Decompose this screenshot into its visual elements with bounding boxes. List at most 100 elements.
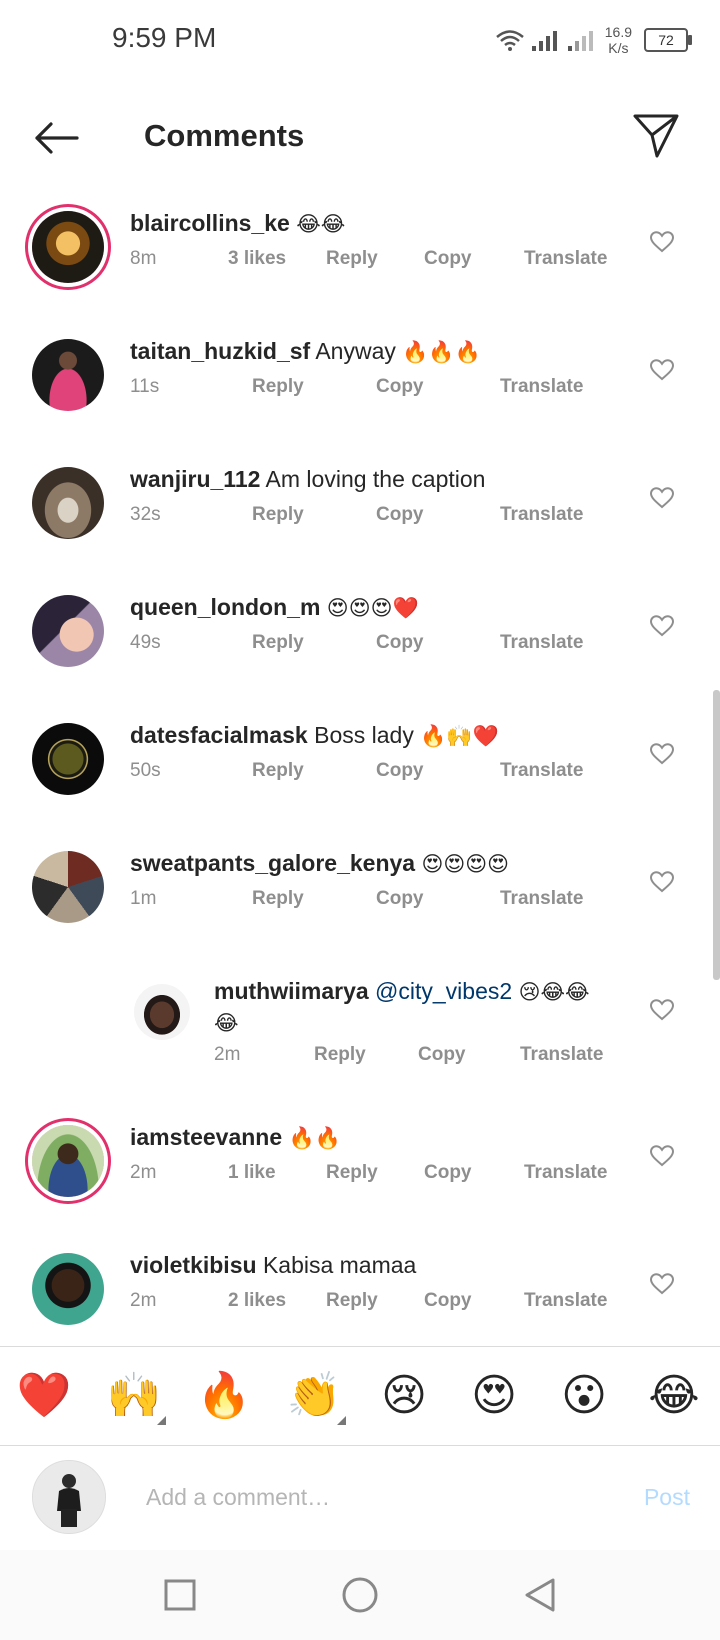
- like-button[interactable]: [646, 994, 678, 1026]
- translate-button[interactable]: Translate: [500, 760, 583, 782]
- like-button[interactable]: [646, 1268, 678, 1300]
- reply-button[interactable]: Reply: [314, 1044, 366, 1066]
- heart-outline-icon: [650, 1145, 674, 1167]
- like-button[interactable]: [646, 1140, 678, 1172]
- copy-button[interactable]: Copy: [376, 632, 424, 654]
- like-button[interactable]: [646, 866, 678, 898]
- comment-time: 2m: [214, 1044, 241, 1065]
- copy-button[interactable]: Copy: [424, 248, 472, 270]
- like-button[interactable]: [646, 482, 678, 514]
- recents-button[interactable]: [150, 1570, 210, 1620]
- copy-button[interactable]: Copy: [424, 1290, 472, 1312]
- clapping-hands-emoji-button[interactable]: 👏: [284, 1367, 346, 1425]
- status-time: 9:59 PM: [112, 22, 217, 53]
- comment-body: Am loving the caption: [265, 466, 486, 492]
- mention-link[interactable]: @city_vibes2: [375, 978, 512, 1004]
- likes-count[interactable]: 1 like: [228, 1162, 276, 1184]
- status-icons: 16.9 K/s 72: [495, 20, 692, 60]
- comment-input[interactable]: [144, 1476, 568, 1518]
- raising-hands-emoji-button[interactable]: 🙌: [104, 1367, 166, 1425]
- avatar[interactable]: [32, 1125, 104, 1197]
- heart-outline-icon: [650, 231, 674, 253]
- home-button[interactable]: [330, 1570, 390, 1620]
- reply-button[interactable]: Reply: [252, 376, 304, 398]
- copy-button[interactable]: Copy: [376, 376, 424, 398]
- comment-time: 2m: [130, 1162, 157, 1183]
- paper-plane-icon: [633, 114, 679, 158]
- avatar[interactable]: [32, 595, 104, 667]
- share-button[interactable]: [628, 108, 684, 164]
- translate-button[interactable]: Translate: [524, 248, 607, 270]
- comment-text: violetkibisu Kabisa mamaa: [130, 1250, 620, 1281]
- likes-count[interactable]: 3 likes: [228, 248, 286, 270]
- comment-time: 11s: [130, 376, 160, 397]
- red-heart-emoji-button[interactable]: ❤️: [14, 1367, 74, 1425]
- surprised-face-emoji-button[interactable]: 😮: [554, 1367, 614, 1425]
- like-button[interactable]: [646, 226, 678, 258]
- avatar[interactable]: [32, 211, 104, 283]
- fire-emoji-button[interactable]: 🔥: [194, 1367, 254, 1425]
- post-button[interactable]: Post: [644, 1484, 690, 1511]
- reply-button[interactable]: Reply: [252, 632, 304, 654]
- translate-button[interactable]: Translate: [524, 1290, 607, 1312]
- translate-button[interactable]: Translate: [524, 1162, 607, 1184]
- copy-button[interactable]: Copy: [376, 504, 424, 526]
- battery-icon: 72: [644, 28, 692, 52]
- status-bar: 9:59 PM 16.9 K/s 72: [0, 0, 720, 82]
- heart-outline-icon: [650, 359, 674, 381]
- like-button[interactable]: [646, 354, 678, 386]
- username[interactable]: wanjiru_112: [130, 466, 260, 492]
- copy-button[interactable]: Copy: [424, 1162, 472, 1184]
- comment-time: 50s: [130, 760, 161, 781]
- heart-eyes-emoji-button[interactable]: 😍: [464, 1367, 524, 1425]
- comment-body: Kabisa mamaa: [262, 1252, 417, 1278]
- username[interactable]: queen_london_m: [130, 594, 320, 620]
- username[interactable]: muthwiimarya: [214, 978, 369, 1004]
- avatar[interactable]: [32, 723, 104, 795]
- copy-button[interactable]: Copy: [376, 888, 424, 910]
- avatar[interactable]: [32, 467, 104, 539]
- username[interactable]: violetkibisu: [130, 1252, 257, 1278]
- avatar[interactable]: [134, 984, 190, 1040]
- crying-face-emoji-button[interactable]: 😢: [374, 1367, 434, 1425]
- copy-button[interactable]: Copy: [418, 1044, 466, 1066]
- username[interactable]: taitan_huzkid_sf: [130, 338, 310, 364]
- reply-button[interactable]: Reply: [326, 1290, 378, 1312]
- skin-tone-indicator-icon: [157, 1416, 166, 1425]
- back-button[interactable]: [28, 114, 84, 162]
- username[interactable]: iamsteevanne: [130, 1124, 282, 1150]
- translate-button[interactable]: Translate: [500, 632, 583, 654]
- translate-button[interactable]: Translate: [520, 1044, 603, 1066]
- circle-icon: [342, 1577, 378, 1613]
- avatar[interactable]: [32, 1253, 104, 1325]
- likes-count[interactable]: 2 likes: [228, 1290, 286, 1312]
- username[interactable]: datesfacialmask: [130, 722, 308, 748]
- wifi-icon: [495, 30, 524, 51]
- like-button[interactable]: [646, 738, 678, 770]
- tears-of-joy-emoji-button[interactable]: 😂: [644, 1367, 704, 1425]
- translate-button[interactable]: Translate: [500, 504, 583, 526]
- comment-emoji: 😍😍😍😍: [421, 852, 510, 876]
- header: Comments: [0, 96, 720, 180]
- comment-time: 2m: [130, 1290, 157, 1311]
- comment-body: Boss lady: [314, 722, 414, 748]
- username[interactable]: sweatpants_galore_kenya: [130, 850, 415, 876]
- back-nav-button[interactable]: [510, 1570, 570, 1620]
- user-photo-icon: [33, 1461, 105, 1533]
- comment-emoji: 🔥🔥🔥: [402, 340, 481, 364]
- like-button[interactable]: [646, 610, 678, 642]
- reply-button[interactable]: Reply: [326, 1162, 378, 1184]
- username[interactable]: blaircollins_ke: [130, 210, 290, 236]
- comment-item: queen_london_m 😍😍😍❤️ 49s Reply Copy Tran…: [0, 592, 720, 702]
- avatar[interactable]: [32, 851, 104, 923]
- copy-button[interactable]: Copy: [376, 760, 424, 782]
- reply-button[interactable]: Reply: [252, 888, 304, 910]
- reply-button[interactable]: Reply: [252, 504, 304, 526]
- reply-button[interactable]: Reply: [326, 248, 378, 270]
- scrollbar[interactable]: [713, 690, 720, 980]
- avatar[interactable]: [32, 339, 104, 411]
- translate-button[interactable]: Translate: [500, 376, 583, 398]
- heart-outline-icon: [650, 615, 674, 637]
- translate-button[interactable]: Translate: [500, 888, 583, 910]
- reply-button[interactable]: Reply: [252, 760, 304, 782]
